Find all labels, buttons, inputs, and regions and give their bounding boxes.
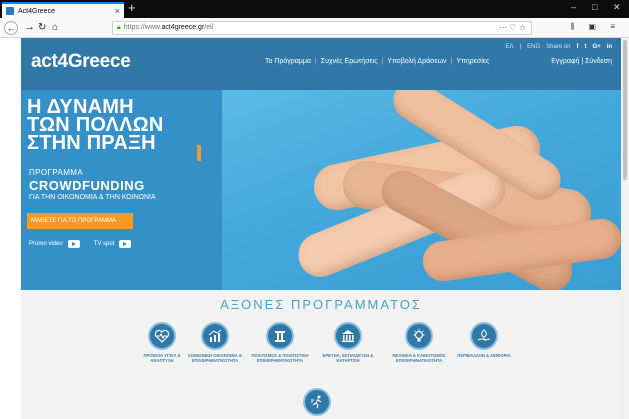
program-label: ΠΡΟΓΡΑΜΜΑ xyxy=(29,168,84,177)
hero-headline: Η ΔΥΝΑΜΗ ΤΩΝ ΠΟΛΛΩΝ ΣΤΗΝ ΠΡΑΞΗ xyxy=(27,97,222,154)
lock-icon: 🔒︎ xyxy=(117,24,121,31)
lang-el-link[interactable]: ΕΛ xyxy=(506,44,514,50)
nav-separator: | xyxy=(381,58,384,65)
url-prefix: https://www. xyxy=(123,24,162,31)
promo-video-label[interactable]: Promo video xyxy=(29,241,63,247)
media-links: Promo video TV spot xyxy=(29,240,145,248)
pillar-health[interactable]: ΠΡΟΝΟΙΑ ΥΓΕΙΑ & ΑΝΑΠΤΥΞΗ xyxy=(132,322,192,363)
reload-button[interactable]: ↻ xyxy=(38,21,46,34)
home-button[interactable]: ⌂ xyxy=(52,21,58,34)
lang-en-link[interactable]: ENG xyxy=(527,44,540,50)
program-pillars-section: ΑΞΟΝΕΣ ΠΡΟΓΡΑΜΜΑΤΟΣ ΠΡΟΝΟΙΑ ΥΓΕΙΑ & ΑΝΑΠ… xyxy=(21,290,621,419)
url-bar[interactable]: 🔒︎ https://www.act4greece.gr/el/ ··· ♡ ☆ xyxy=(112,21,532,35)
site-logo[interactable]: act4Greece xyxy=(31,51,131,73)
crowdfunding-title: CROWDFUNDING xyxy=(29,178,145,193)
nav-separator: | xyxy=(314,58,317,65)
headline-line: ΣΤΗΝ ΠΡΑΞΗ xyxy=(27,132,156,154)
pillar-social-economy[interactable]: ΚΟΙΝΩΝΙΚΗ ΟΙΚΟΝΟΜΙΑ & ΕΠΙΧΕΙΡΗΜΑΤΙΚΟΤΗΤΑ xyxy=(185,322,245,363)
section-title: ΑΞΟΝΕΣ ΠΡΟΓΡΑΜΜΑΤΟΣ xyxy=(220,297,422,312)
site-header: act4Greece ΕΛ | ENG Share on f t G+ in Τ… xyxy=(21,38,621,90)
growth-chart-icon xyxy=(201,322,229,350)
pillar-label: ΠΡΟΝΟΙΑ ΥΓΕΙΑ & ΑΝΑΠΤΥΞΗ xyxy=(143,353,181,363)
nav-item-faq[interactable]: Συχνές Ερωτήσεις xyxy=(321,58,378,65)
browser-tab[interactable]: Act4Greece × xyxy=(2,2,124,18)
tv-spot-label[interactable]: TV spot xyxy=(94,241,115,247)
pillar-label: ΕΡΕΥΝΑ, ΕΚΠΑΙΔΕΥΣΗ & ΚΑΤΑΡΤΙΣΗ xyxy=(322,353,374,363)
toolbar-icons[interactable]: ⫼ ▣ ≡ xyxy=(571,22,621,32)
pillar-culture[interactable]: ΠΟΛΙΤΙΣΜΟΣ & ΠΟΛΙΤΙΣΤΙΚΗ ΕΠΙΧΕΙΡΗΜΑΤΙΚΟΤ… xyxy=(250,322,310,363)
hero-text-panel: Η ΔΥΝΑΜΗ ΤΩΝ ΠΟΛΛΩΝ ΣΤΗΝ ΠΡΑΞΗ ΠΡΟΓΡΑΜΜΑ… xyxy=(21,90,222,290)
hero-banner: Η ΔΥΝΑΜΗ ΤΩΝ ΠΟΛΛΩΝ ΣΤΗΝ ΠΡΑΞΗ ΠΡΟΓΡΑΜΜΑ… xyxy=(21,90,621,290)
tab-title: Act4Greece xyxy=(18,7,55,15)
pillar-label: ΠΟΛΙΤΙΣΜΟΣ & ΠΟΛΙΤΙΣΤΙΚΗ ΕΠΙΧΕΙΡΗΜΑΤΙΚΟΤ… xyxy=(251,353,309,363)
nav-item-submit-actions[interactable]: Υποβολή Δράσεων xyxy=(387,58,446,65)
pillar-research[interactable]: ΕΡΕΥΝΑ, ΕΚΠΑΙΔΕΥΣΗ & ΚΑΤΑΡΤΙΣΗ xyxy=(318,322,378,363)
lang-separator: | xyxy=(519,44,522,50)
institution-icon xyxy=(334,322,362,350)
forward-button[interactable]: → xyxy=(24,21,35,34)
new-tab-button[interactable]: + xyxy=(128,1,136,15)
pillar-label: ΠΕΡΙΒΑΛΛΟΝ & ΑΕΙΦΟΡΙΑ xyxy=(457,353,511,358)
url-suffix: /el/ xyxy=(204,24,214,31)
nav-item-services[interactable]: Υπηρεσίες xyxy=(456,58,489,65)
accent-bar xyxy=(197,145,201,161)
pillar-label: ΝΕΑΝΙΚΗ & ΚΑΙΝΟΤΟΜΟΣ ΕΠΙΧΕΙΡΗΜΑΤΙΚΟΤΗΤΑ xyxy=(392,353,446,363)
share-on-label: Share on xyxy=(546,44,571,50)
linkedin-icon[interactable]: in xyxy=(607,44,612,50)
maximize-button[interactable]: □ xyxy=(592,2,597,12)
play-icon[interactable] xyxy=(67,240,80,248)
plant-hand-icon xyxy=(470,322,498,350)
browser-nav-bar: ← → ↻ ⌂ 🔒︎ https://www.act4greece.gr/el/ … xyxy=(0,18,629,38)
nav-item-program[interactable]: Το Πρόγραμμα xyxy=(265,58,311,65)
top-meta-bar: ΕΛ | ENG Share on f t G+ in xyxy=(506,44,612,50)
close-window-button[interactable]: ✕ xyxy=(613,2,621,13)
nav-separator: | xyxy=(450,58,453,65)
site-favicon-icon xyxy=(6,7,14,15)
back-button[interactable]: ← xyxy=(4,21,18,35)
main-nav: Το Πρόγραμμα | Συχνές Ερωτήσεις | Υποβολή Δρ… xyxy=(265,58,489,65)
tab-close-button[interactable]: × xyxy=(115,6,120,16)
google-plus-icon[interactable]: G+ xyxy=(592,44,600,50)
register-login-link[interactable]: Εγγραφή | Σύνδεση xyxy=(551,58,612,65)
lightbulb-icon xyxy=(405,322,433,350)
browser-tab-bar: Act4Greece × + – □ ✕ xyxy=(0,0,629,18)
learn-program-button[interactable]: ΜΑΘΕΤΕ ΓΙΑ ΤΟ ΠΡΟΓΡΑΜΜΑ xyxy=(27,213,133,229)
url-domain: act4greece.gr xyxy=(161,24,205,31)
facebook-icon[interactable]: f xyxy=(576,44,578,50)
heart-pulse-icon xyxy=(148,322,176,350)
hero-subtitle: ΓΙΑ ΤΗΝ ΟΙΚΟΝΟΜΙΑ & ΤΗΝ ΚΟΙΝΩΝΙΑ xyxy=(29,194,156,201)
pillar-innovation[interactable]: ΝΕΑΝΙΚΗ & ΚΑΙΝΟΤΟΜΟΣ ΕΠΙΧΕΙΡΗΜΑΤΙΚΟΤΗΤΑ xyxy=(389,322,449,363)
pillar-label: ΚΟΙΝΩΝΙΚΗ ΟΙΚΟΝΟΜΙΑ & ΕΠΙΧΕΙΡΗΜΑΤΙΚΟΤΗΤΑ xyxy=(188,353,242,363)
play-icon[interactable] xyxy=(119,240,132,248)
scrollbar-thumb[interactable] xyxy=(623,40,627,180)
column-icon xyxy=(266,322,294,350)
pillar-environment[interactable]: ΠΕΡΙΒΑΛΛΟΝ & ΑΕΙΦΟΡΙΑ xyxy=(454,322,514,358)
hands-photo xyxy=(222,90,621,290)
pillar-sports[interactable] xyxy=(287,388,347,416)
web-page: act4Greece ΕΛ | ENG Share on f t G+ in Τ… xyxy=(21,38,621,419)
running-figure-icon xyxy=(303,388,331,416)
page-actions-icon[interactable]: ··· ♡ ☆ xyxy=(499,22,526,34)
twitter-icon[interactable]: t xyxy=(584,44,586,50)
minimize-button[interactable]: – xyxy=(571,2,576,12)
